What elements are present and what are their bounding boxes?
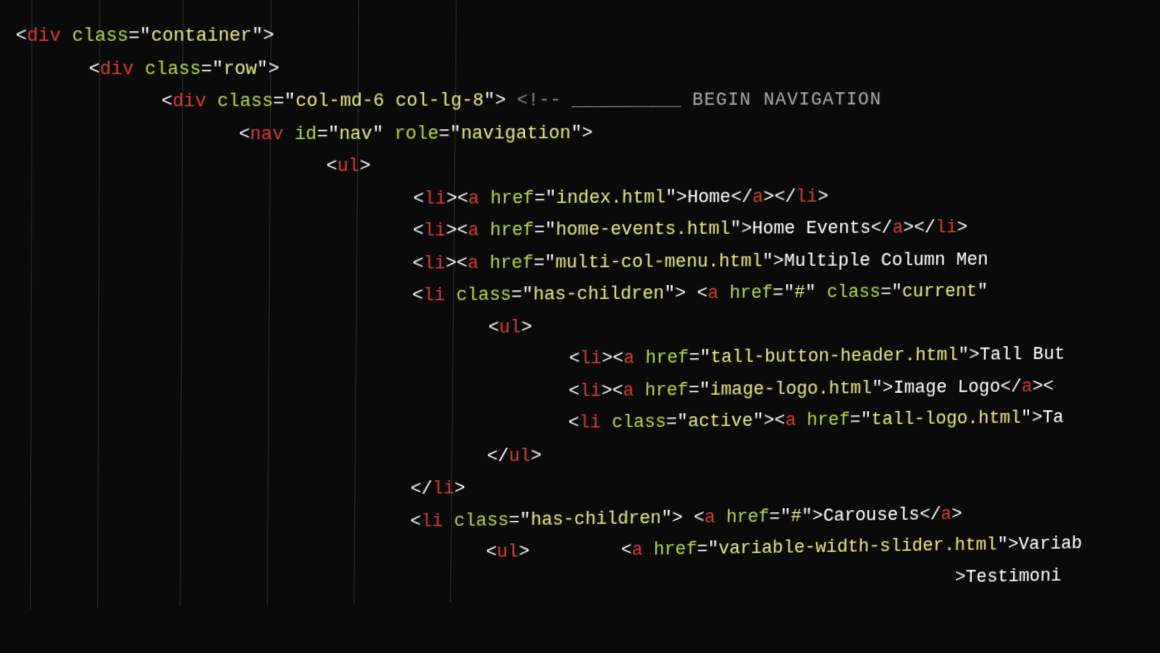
text-ta: Ta [1042,408,1064,428]
code-line[interactable]: <div class="col-md-6 col-lg-8"> <!-- ___… [15,84,1160,120]
angle-open: < [16,26,27,47]
attr-class: class [72,26,128,47]
text-imagelogo: Image Logo [893,377,1000,398]
value-container: container [151,26,252,47]
text-variab: Variab [1018,534,1082,555]
tag-a: a [468,188,479,209]
attr-class: class [145,59,201,80]
value-navigation: navigation [461,123,571,144]
tag-ul-close: ul [509,446,531,467]
text-carousels: Carousels [823,505,920,526]
text-tallbut: Tall But [979,345,1065,366]
tag-nav: nav [250,124,284,145]
tag-li: li [424,189,446,210]
comment-underline: __________ [572,91,682,112]
tag-div: div [27,26,61,47]
value-imglogo: image-logo.html [710,378,872,400]
attr-role: role [394,124,438,145]
value-multicol: multi-col-menu.html [555,251,762,273]
value-homeevents: home-events.html [556,219,731,241]
value-talllogo: tall-logo.html [871,409,1021,431]
text-home: Home [687,187,731,208]
value-nav: nav [339,124,372,145]
text-multicol: Multiple Column Men [784,250,989,272]
value-active: active [688,412,753,433]
tag-div: div [100,59,134,80]
code-line[interactable]: <div class="row"> [16,52,1160,87]
code-line[interactable]: <nav id="nav" role="navigation"> [15,116,1160,153]
value-tallbtn: tall-button-header.html [710,346,958,369]
code-editor[interactable]: <div class="container"> <div class="row"… [0,0,1160,609]
tag-ul: ul [337,157,359,178]
attr-href: href [490,188,534,209]
value-haschildren: has-children [533,284,664,305]
attr-class: class [217,92,273,113]
code-line[interactable]: <div class="container"> [16,20,1160,54]
value-colmd: col-md-6 col-lg-8 [295,91,483,112]
value-row: row [223,59,257,80]
tag-ul: ul [499,318,521,339]
tag-li-close: li [432,479,454,500]
attr-id: id [295,124,317,145]
comment-open: <!-- [517,91,561,112]
comment-text: BEGIN NAVIGATION [692,90,882,111]
text-testimoni: Testimoni [966,566,1062,587]
tag-div: div [173,92,207,113]
text-homeevents: Home Events [752,219,871,240]
value-varslider: variable-width-slider.html [718,535,997,559]
value-current: current [902,282,977,303]
value-index: index.html [556,188,666,209]
